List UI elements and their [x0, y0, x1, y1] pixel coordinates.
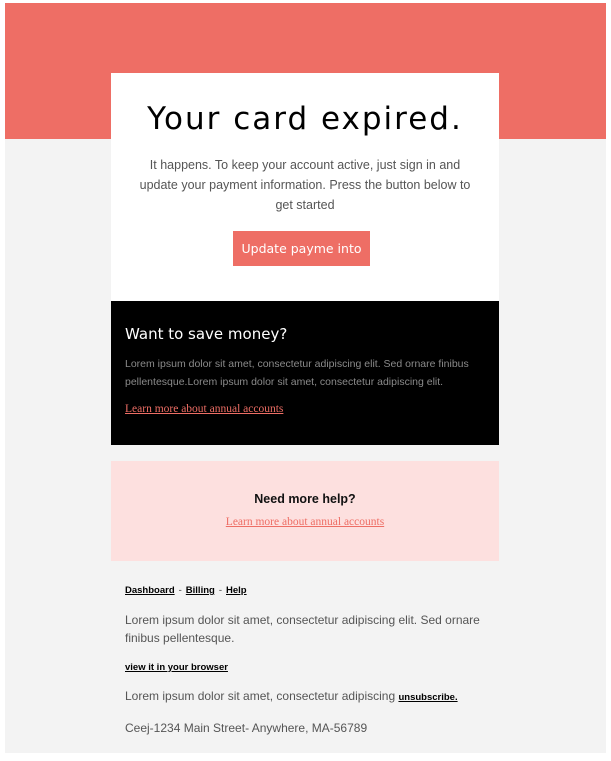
update-payment-button[interactable]: Update payme into	[233, 231, 370, 266]
help-annual-accounts-link[interactable]: Learn more about annual accounts	[111, 516, 499, 528]
footer-nav: Dashboard - Billing - Help	[125, 585, 247, 596]
help-panel: Need more help? Learn more about annual …	[111, 461, 499, 561]
footer-blurb: Lorem ipsum dolor sit amet, consectetur …	[125, 613, 480, 645]
mailing-address: Ceej-1234 Main Street- Anywhere, MA-5678…	[125, 721, 368, 735]
help-title: Need more help?	[254, 492, 356, 506]
footer-link-help[interactable]: Help	[226, 585, 247, 596]
headline: Your card expired.	[147, 101, 463, 137]
expired-card-panel: Your card expired. It happens. To keep y…	[111, 73, 499, 301]
unsubscribe-text: Lorem ipsum dolor sit amet, consectetur …	[125, 689, 396, 703]
footer-separator: -	[178, 585, 182, 596]
unsubscribe-link[interactable]: unsubscribe.	[398, 692, 457, 703]
footer-link-dashboard[interactable]: Dashboard	[125, 585, 175, 596]
annual-accounts-link[interactable]: Learn more about annual accounts	[125, 403, 283, 415]
promo-text: Lorem ipsum dolor sit amet, consectetur …	[125, 358, 469, 388]
email-canvas: Your card expired. It happens. To keep y…	[5, 3, 606, 753]
save-money-panel: Want to save money? Lorem ipsum dolor si…	[111, 301, 499, 445]
footer-separator: -	[218, 585, 222, 596]
unsubscribe-line: Lorem ipsum dolor sit amet, consectetur …	[125, 689, 458, 703]
footer-link-billing[interactable]: Billing	[186, 585, 215, 596]
promo-title: Want to save money?	[125, 325, 288, 343]
intro-text: It happens. To keep your account active,…	[139, 158, 471, 212]
view-in-browser-link[interactable]: view it in your browser	[125, 662, 228, 673]
